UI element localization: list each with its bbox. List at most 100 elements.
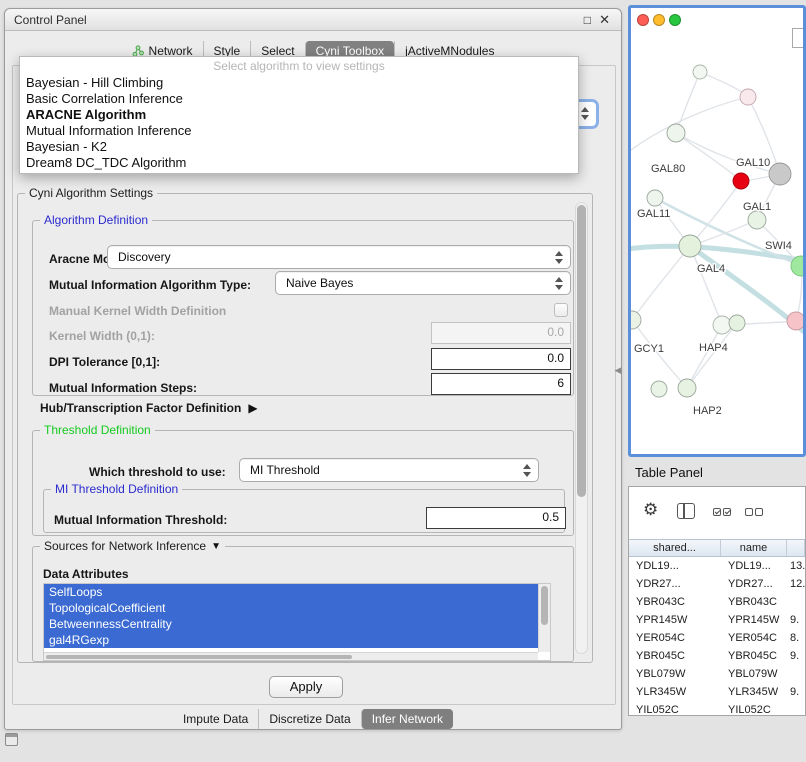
mi-steps-field[interactable]: 6 <box>431 373 571 395</box>
table-cell: YLR345W <box>721 683 787 701</box>
column-header[interactable]: name <box>721 540 787 556</box>
mi-threshold-field[interactable]: 0.5 <box>426 507 566 529</box>
algorithm-option[interactable]: Basic Correlation Inference <box>20 90 578 106</box>
network-node[interactable] <box>651 381 667 397</box>
network-node[interactable] <box>678 379 696 397</box>
table-row[interactable]: YPR145WYPR145W9. <box>629 611 805 629</box>
network-node-label: HAP2 <box>693 405 722 417</box>
scrollbar-thumb[interactable] <box>577 205 586 497</box>
attribute-item-selected[interactable]: BetweennessCentrality <box>44 616 538 632</box>
apply-button[interactable]: Apply <box>269 676 343 698</box>
algorithm-option[interactable]: Bayesian - K2 <box>20 138 578 154</box>
control-panel-titlebar[interactable]: Control Panel □ ✕ <box>5 9 621 31</box>
network-node[interactable] <box>693 65 707 79</box>
algorithm-option[interactable]: Bayesian - Hill Climbing <box>20 74 578 90</box>
aracne-mode-value: Discovery <box>118 250 171 264</box>
attribute-item-selected[interactable]: TopologicalCoefficient <box>44 600 538 616</box>
list-horizontal-scrollbar[interactable] <box>44 652 538 660</box>
algorithm-option[interactable]: Mutual Information Inference <box>20 122 578 138</box>
table-row[interactable]: YLR345WYLR345W9. <box>629 683 805 701</box>
table-row[interactable]: YBL079WYBL079W <box>629 665 805 683</box>
table-row[interactable]: YDR27...YDR27...12... <box>629 575 805 593</box>
sources-group-title: Sources for Network Inference <box>44 539 206 553</box>
minimize-button[interactable] <box>653 14 665 26</box>
network-node-label: GAL80 <box>651 163 685 175</box>
table-row[interactable]: YIL052CYIL052C <box>629 701 805 715</box>
table-cell: YBL079W <box>629 665 721 683</box>
attribute-item-selected[interactable]: SelfLoops <box>44 584 538 600</box>
column-header[interactable]: shared... <box>629 540 721 556</box>
which-threshold-select[interactable]: MI Threshold <box>239 458 539 482</box>
network-node[interactable] <box>631 311 641 329</box>
table-cell: YDR27... <box>721 575 787 593</box>
gear-icon[interactable]: ⚙ <box>643 501 658 518</box>
close-window-icon[interactable]: ✕ <box>599 9 610 31</box>
network-node[interactable] <box>647 190 663 206</box>
minimized-panel-icon[interactable] <box>5 733 18 746</box>
settings-vertical-scrollbar[interactable] <box>575 202 588 654</box>
network-node[interactable] <box>748 211 766 229</box>
unchecked-pair-icon[interactable] <box>745 508 763 516</box>
network-node-label: GAL4 <box>697 263 725 275</box>
scrollbar-corner-button[interactable] <box>792 28 804 48</box>
attribute-item-selected[interactable]: gal4RGexp <box>44 632 538 648</box>
which-threshold-value: MI Threshold <box>250 463 320 477</box>
updown-arrows-icon <box>554 276 563 292</box>
table-row[interactable]: YBR043CYBR043C <box>629 593 805 611</box>
table-row[interactable]: YDL19...YDL19...13... <box>629 557 805 575</box>
list-vertical-scrollbar[interactable] <box>538 584 550 652</box>
network-node[interactable] <box>740 89 756 105</box>
zoom-button[interactable] <box>669 14 681 26</box>
table-row[interactable]: YER054CYER054C8. <box>629 629 805 647</box>
network-node[interactable] <box>729 315 745 331</box>
table-cell: 8. <box>787 629 805 647</box>
which-threshold-label: Which threshold to use: <box>89 465 226 479</box>
expand-right-icon: ▶ <box>248 401 257 415</box>
kernel-width-field[interactable]: 0.0 <box>431 322 571 344</box>
table-cell: YER054C <box>721 629 787 647</box>
network-node[interactable] <box>769 163 791 185</box>
cyni-algorithm-settings-group: Cyni Algorithm Settings Algorithm Defini… <box>17 193 593 663</box>
float-window-icon[interactable]: □ <box>584 9 591 31</box>
close-button[interactable] <box>637 14 649 26</box>
manual-kernel-label: Manual Kernel Width Definition <box>49 304 226 318</box>
network-window-titlebar[interactable] <box>631 8 803 30</box>
network-node[interactable] <box>679 235 701 257</box>
mi-type-select[interactable]: Naive Bayes <box>275 271 571 295</box>
tab-impute-data[interactable]: Impute Data <box>173 709 258 729</box>
dpi-tolerance-field[interactable]: 0.0 <box>431 348 571 370</box>
tab-discretize-data[interactable]: Discretize Data <box>258 709 360 729</box>
algorithm-option[interactable]: Dream8 DC_TDC Algorithm <box>20 154 578 170</box>
hub-section-toggle[interactable]: Hub/Transcription Factor Definition ▶ <box>40 400 258 416</box>
column-selector-icon[interactable] <box>677 503 695 519</box>
table-panel-window: ⚙ shared... name YDL19...YDL19...13...YD… <box>628 486 806 716</box>
network-node[interactable] <box>787 312 803 330</box>
table-cell: YIL052C <box>721 701 787 715</box>
mi-type-value: Naive Bayes <box>286 276 353 290</box>
table-row[interactable]: YBR045CYBR045C9. <box>629 647 805 665</box>
network-node[interactable] <box>733 173 749 189</box>
manual-kernel-checkbox[interactable] <box>554 303 568 317</box>
network-canvas[interactable]: GAL80GAL10GAL1GAL11SWI4GAL4GCY1HAP4HAP2 <box>631 8 803 454</box>
splitter-collapse-handle[interactable]: ◀ <box>613 363 623 377</box>
collapse-down-icon: ▼ <box>211 541 221 552</box>
network-node[interactable] <box>713 316 731 334</box>
data-attributes-list[interactable]: SelfLoops TopologicalCoefficient Between… <box>43 583 551 661</box>
network-node[interactable] <box>667 124 685 142</box>
bottom-tabs: Impute Data Discretize Data Infer Networ… <box>5 708 621 730</box>
algorithm-dropdown-popup: Select algorithm to view settings Bayesi… <box>19 56 579 174</box>
table-cell: YPR145W <box>629 611 721 629</box>
control-panel-title: Control Panel <box>14 9 87 31</box>
checked-pair-icon[interactable] <box>713 508 731 516</box>
control-panel-window: Control Panel □ ✕ Network Style Select C… <box>4 8 622 730</box>
column-header[interactable] <box>787 540 805 556</box>
algorithm-option-selected[interactable]: ARACNE Algorithm <box>20 106 578 122</box>
scrollbar-thumb[interactable] <box>541 586 548 625</box>
table-toolbar: ⚙ <box>629 487 805 538</box>
tab-infer-network[interactable]: Infer Network <box>361 709 453 729</box>
table-rows: YDL19...YDL19...13...YDR27...YDR27...12.… <box>629 557 805 715</box>
scrollbar-thumb[interactable] <box>46 655 352 659</box>
sources-group-toggle[interactable]: Sources for Network Inference ▼ <box>40 539 225 553</box>
aracne-mode-select[interactable]: Discovery <box>107 245 571 269</box>
table-cell: YBR045C <box>629 647 721 665</box>
